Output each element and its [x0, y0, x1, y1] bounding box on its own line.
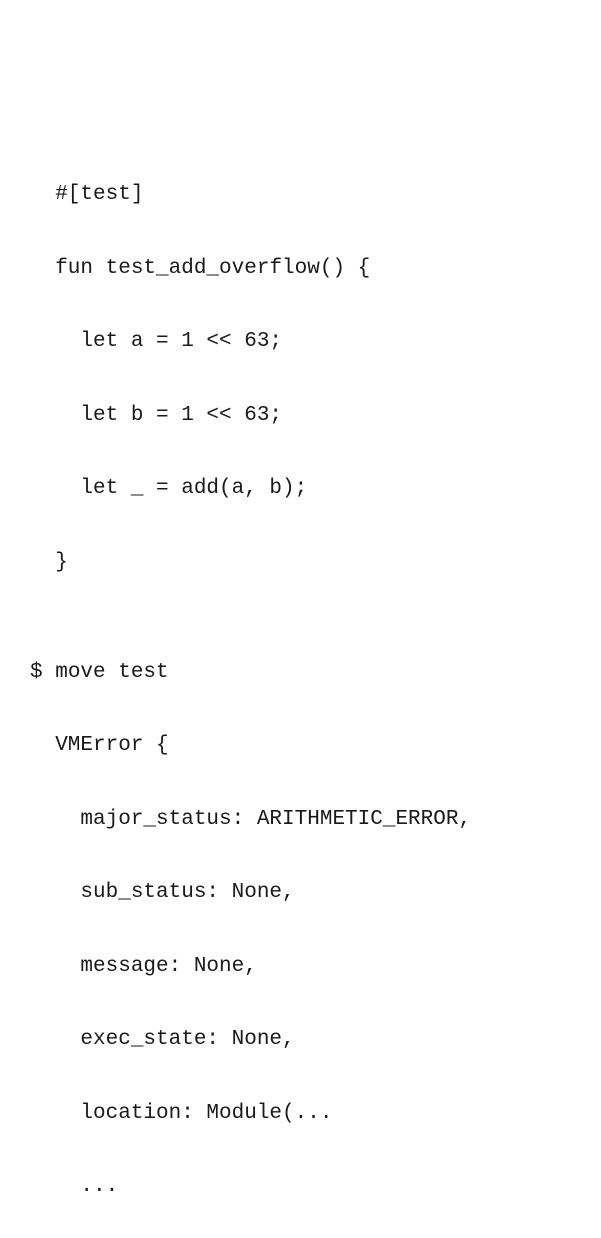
code-line: fun test_add_overflow() { — [30, 251, 581, 288]
output-line: ... — [30, 1169, 581, 1206]
output-line: exec_state: None, — [30, 1022, 581, 1059]
shell-prompt: $ — [30, 661, 55, 684]
code-block: #[test] fun test_add_overflow() { let a … — [30, 140, 581, 1238]
code-line: let a = 1 << 63; — [30, 324, 581, 361]
output-line: message: None, — [30, 949, 581, 986]
code-line: let b = 1 << 63; — [30, 398, 581, 435]
output-line: major_status: ARITHMETIC_ERROR, — [30, 802, 581, 839]
code-line: } — [30, 545, 581, 582]
output-line: VMError { — [30, 728, 581, 765]
output-line: sub_status: None, — [30, 875, 581, 912]
shell-command-line: $ move test — [30, 655, 581, 692]
output-line: location: Module(... — [30, 1096, 581, 1133]
code-line: #[test] — [30, 177, 581, 214]
code-line: let _ = add(a, b); — [30, 471, 581, 508]
shell-command: move test — [55, 661, 168, 684]
